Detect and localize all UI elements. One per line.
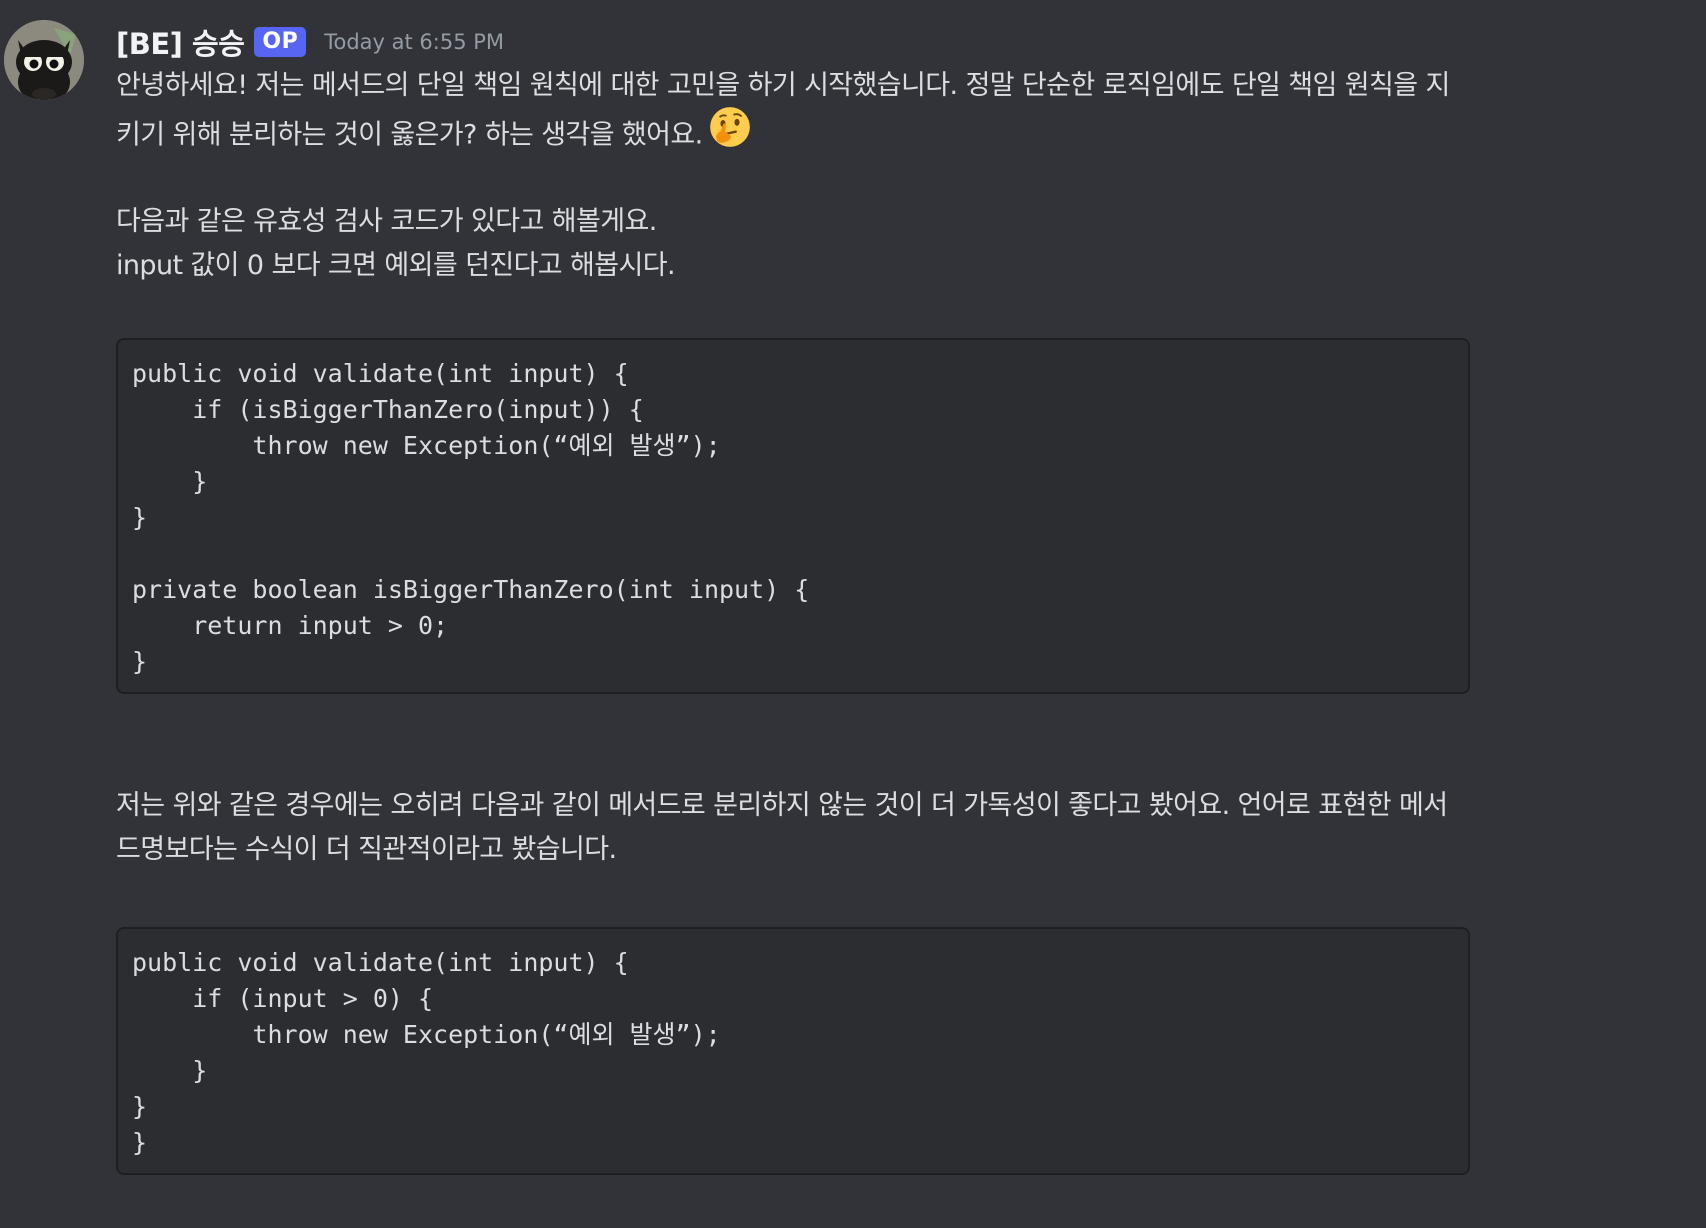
avatar[interactable] [4, 20, 84, 100]
chat-message: [BE] 승승 OP Today at 6:55 PM 안녕하세요! 저는 메서… [0, 0, 1706, 1228]
code-block-1[interactable]: public void validate(int input) { if (is… [116, 338, 1470, 694]
opinion-paragraph: 저는 위와 같은 경우에는 오히려 다음과 같이 메서드로 분리하지 않는 것이… [116, 784, 1606, 872]
intro-line-2-wrap: 키기 위해 분리하는 것이 옳은가? 하는 생각을 했어요. [116, 106, 1606, 164]
thinking-face-icon[interactable] [709, 106, 751, 162]
code-block-2-text: public void validate(int input) { if (in… [132, 948, 721, 1157]
message-content-2: 저는 위와 같은 경우에는 오히려 다음과 같이 메서드로 분리하지 않는 것이… [116, 784, 1606, 872]
opinion-line-1: 저는 위와 같은 경우에는 오히려 다음과 같이 메서드로 분리하지 않는 것이… [116, 790, 1448, 821]
message-content: 안녕하세요! 저는 메서드의 단일 책임 원칙에 대한 고민을 하기 시작했습니… [116, 64, 1606, 288]
example-line-2: input 값이 0 보다 크면 예외를 던진다고 해봅시다. [116, 250, 676, 281]
timestamp[interactable]: Today at 6:55 PM [324, 30, 504, 54]
message-header: [BE] 승승 OP Today at 6:55 PM [116, 20, 504, 64]
opinion-line-2: 드명보다는 수식이 더 직관적이라고 봤습니다. [116, 834, 617, 865]
username[interactable]: [BE] 승승 [116, 21, 245, 63]
code-block-1-text: public void validate(int input) { if (is… [132, 359, 810, 676]
op-badge: OP [254, 27, 307, 57]
intro-paragraph: 안녕하세요! 저는 메서드의 단일 책임 원칙에 대한 고민을 하기 시작했습니… [116, 64, 1606, 164]
example-paragraph: 다음과 같은 유효성 검사 코드가 있다고 해볼게요. input 값이 0 보… [116, 200, 1606, 288]
intro-line-1: 안녕하세요! 저는 메서드의 단일 책임 원칙에 대한 고민을 하기 시작했습니… [116, 70, 1450, 101]
intro-line-2: 키기 위해 분리하는 것이 옳은가? 하는 생각을 했어요. [116, 119, 703, 151]
example-line-1: 다음과 같은 유효성 검사 코드가 있다고 해볼게요. [116, 206, 657, 237]
avatar-cat-icon [4, 20, 84, 100]
code-block-2[interactable]: public void validate(int input) { if (in… [116, 927, 1470, 1175]
